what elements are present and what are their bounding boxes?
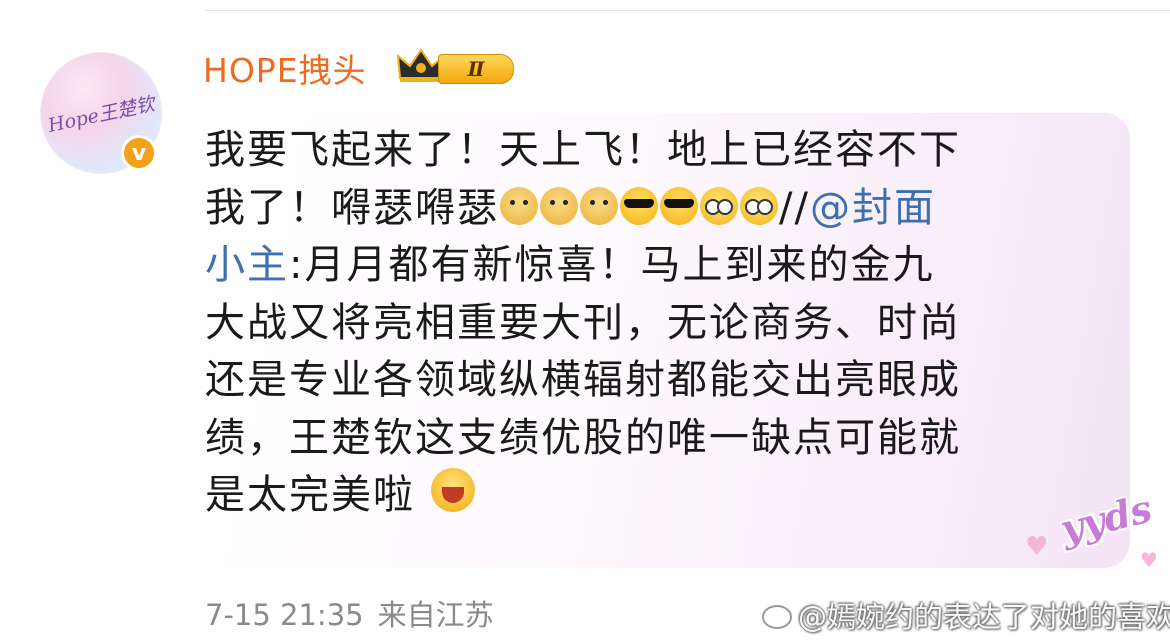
comment-timestamp: 7-15 21:35: [205, 598, 364, 632]
comment-text[interactable]: 我要飞起来了！天上飞！地上已经容不下 我了！嘚瑟嘚瑟 //@封面 小主:月月都有新…: [205, 122, 1105, 525]
nerd-emoji-icon: [700, 186, 738, 225]
watermark-text: @嫣婉约的表达了对她的喜欢: [798, 600, 1170, 634]
comment-line: 还是专业各领域纵横辐射都能交出亮眼成: [205, 357, 961, 403]
divider-line: [205, 10, 1170, 11]
nerd-emoji-icon: [740, 186, 778, 225]
comment-line: 大战又将亮相重要大刊，无论商务、时尚: [205, 299, 961, 346]
sunglasses-emoji-icon: [620, 186, 658, 225]
repost-separator: //: [779, 184, 810, 231]
comment-line: 我了！嘚瑟嘚瑟 //@封面: [205, 180, 1105, 238]
weibo-logo-icon: [762, 605, 792, 629]
comment-line: 我要飞起来了！天上飞！地上已经容不下: [205, 127, 961, 173]
verified-badge-icon: v: [121, 135, 157, 171]
comment-line-text: :月月都有新惊喜！马上到来的金九: [289, 242, 935, 288]
comment-line: 是太完美啦: [205, 467, 1105, 525]
comment-meta: 7-15 21:35 来自江苏: [205, 592, 494, 634]
vip-badge[interactable]: Ⅱ: [396, 44, 518, 88]
comment-line-text: 是太完美啦: [205, 472, 415, 518]
username[interactable]: HOPE拽头: [203, 44, 367, 92]
mention-link-tail[interactable]: 小主: [205, 242, 289, 288]
laugh-emoji-icon: [430, 468, 475, 512]
comment-location: 来自江苏: [377, 598, 494, 632]
heart-icon: ♥: [1025, 532, 1049, 562]
doge-emoji-icon: [500, 186, 538, 225]
comment-line: 绩，王楚钦这支绩优股的唯一缺点可能就: [205, 414, 961, 461]
heart-icon: ♥: [1140, 548, 1158, 572]
mention-link[interactable]: @封面: [810, 185, 936, 231]
doge-emoji-icon: [580, 186, 618, 225]
comment-line-text: 我了！嘚瑟嘚瑟: [205, 184, 499, 231]
watermark: @嫣婉约的表达了对她的喜欢: [762, 594, 1170, 636]
comment-line: 小主:月月都有新惊喜！马上到来的金九: [205, 237, 1105, 295]
sunglasses-emoji-icon: [660, 186, 698, 225]
doge-emoji-icon: [540, 186, 578, 225]
vip-level-tag: Ⅱ: [438, 54, 514, 84]
